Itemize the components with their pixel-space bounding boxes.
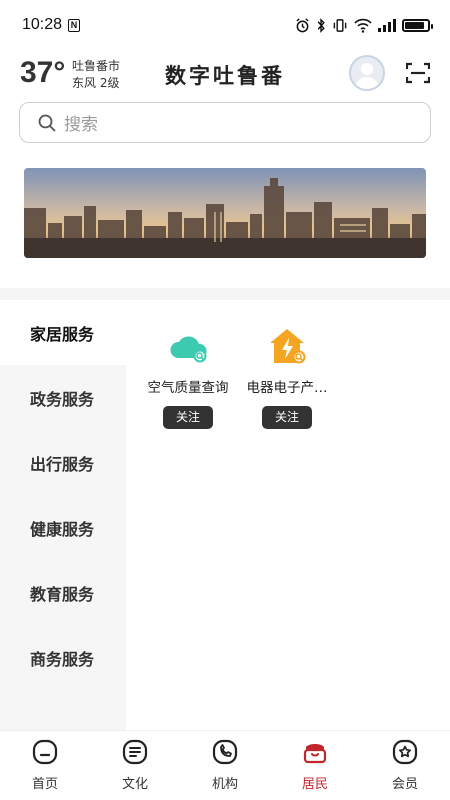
bottom-nav: 首页 文化 机构 居民 会员 [0,730,450,800]
alarm-icon [296,17,309,32]
nav-culture[interactable]: 文化 [90,731,180,800]
nav-institution[interactable]: 机构 [180,731,270,800]
cloud-search-icon [170,336,207,363]
house-lightning-icon [270,329,306,364]
vibrate-icon [333,18,347,32]
nav-residents[interactable]: 居民 [270,731,360,800]
service-name: 空气质量查询 [147,380,229,396]
wifi-icon [354,18,372,33]
search-icon [38,114,56,131]
bluetooth-icon [317,17,325,33]
nav-label: 文化 [121,777,148,792]
status-left: 10:28 N [22,16,81,34]
service-item-electronics[interactable]: 电器电子产… 关注 [237,326,337,429]
phone-icon [212,739,238,765]
search-placeholder: 搜索 [64,115,98,135]
resident-icon [303,744,327,764]
status-bar: 10:28 N [0,0,450,50]
status-right [295,17,433,33]
signal-icon [378,18,396,32]
category-sidebar: 家居服务 政务服务 出行服务 健康服务 教育服务 商务服务 [0,300,126,730]
city-banner-image[interactable] [24,168,426,258]
nav-label: 会员 [391,777,418,792]
nav-label: 居民 [301,777,328,792]
section-divider [0,288,450,300]
nav-home[interactable]: 首页 [0,731,90,800]
n-badge-icon: N [68,18,81,32]
category-travel-services[interactable]: 出行服务 [0,430,126,495]
document-lines-icon [122,739,148,765]
battery-icon [402,18,433,32]
nav-membership[interactable]: 会员 [360,731,450,800]
search-input[interactable]: 搜索 [19,102,431,143]
category-education-services[interactable]: 教育服务 [0,560,126,625]
nav-label: 机构 [211,777,238,792]
category-home-services[interactable]: 家居服务 [0,300,126,365]
header: 37° 吐鲁番市 东风 2级 数字吐鲁番 [0,50,450,98]
scan-icon[interactable] [406,62,430,84]
follow-button[interactable]: 关注 [262,406,312,429]
category-health-services[interactable]: 健康服务 [0,495,126,560]
star-badge-icon [392,739,418,765]
clock: 10:28 [22,16,63,33]
category-government-services[interactable]: 政务服务 [0,365,126,430]
home-face-icon [32,739,58,765]
service-item-air-quality[interactable]: 空气质量查询 关注 [138,326,238,429]
service-grid: 空气质量查询 关注 电器电子产… 关注 [126,300,450,730]
follow-button[interactable]: 关注 [163,406,213,429]
service-name: 电器电子产… [246,380,328,396]
avatar[interactable] [349,55,385,91]
category-business-services[interactable]: 商务服务 [0,625,126,690]
nav-label: 首页 [31,777,58,792]
